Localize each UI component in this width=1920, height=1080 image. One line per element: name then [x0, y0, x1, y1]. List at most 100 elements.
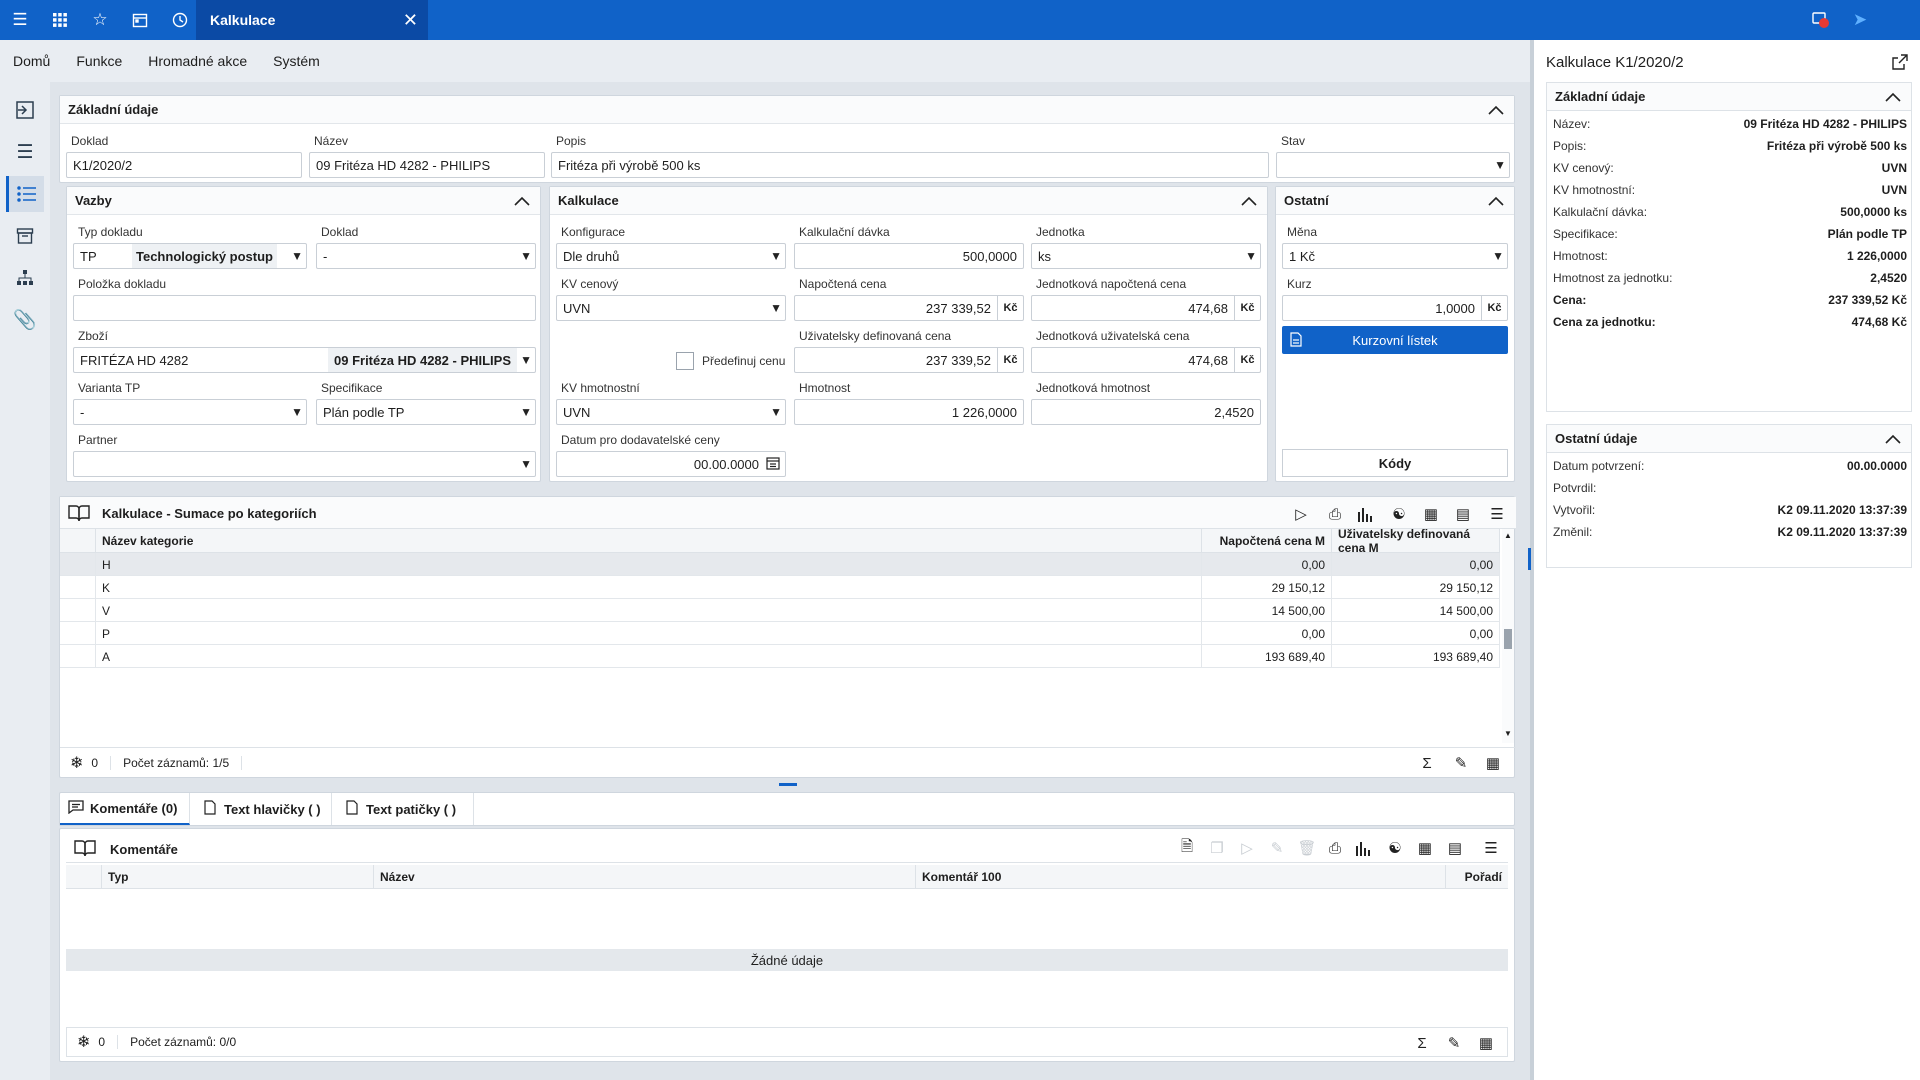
col-poradi[interactable]: Pořadí: [1446, 865, 1508, 889]
table-row[interactable]: K 29 150,12 29 150,12: [60, 576, 1500, 599]
table-row[interactable]: H 0,00 0,00: [60, 553, 1500, 576]
scrollbar[interactable]: ▲ ▼: [1502, 529, 1514, 743]
collapse-chevron-icon[interactable]: [1883, 87, 1903, 107]
archive-icon[interactable]: [6, 218, 44, 254]
doklad-field[interactable]: K1/2020/2: [66, 152, 302, 178]
scroll-up-icon[interactable]: ▲: [1504, 531, 1512, 540]
list-icon[interactable]: [6, 176, 44, 212]
star-icon[interactable]: ☆: [80, 0, 120, 40]
col-typ[interactable]: Typ: [102, 865, 374, 889]
jedn-uziv-field[interactable]: 474,68 Kč: [1031, 347, 1261, 373]
jednotka-select[interactable]: ks ▼: [1031, 243, 1261, 269]
table-row[interactable]: A 193 689,40 193 689,40: [60, 645, 1500, 668]
dropdown-icon[interactable]: ▼: [520, 249, 532, 263]
export-icon[interactable]: ▤: [1442, 837, 1468, 859]
kv-hmot-select[interactable]: UVN ▼: [556, 399, 786, 425]
print-icon[interactable]: ⎙: [1322, 503, 1348, 525]
tab-text-hlavicky[interactable]: Text hlavičky ( ): [192, 793, 332, 825]
dropdown-icon[interactable]: ▼: [770, 301, 782, 315]
play-icon[interactable]: ▷: [1288, 503, 1314, 525]
collapse-chevron-icon[interactable]: [1486, 100, 1506, 120]
collapse-chevron-icon[interactable]: [1883, 429, 1903, 449]
zbozi-select[interactable]: FRITÉZA HD 4282 09 Fritéza HD 4282 - PHI…: [73, 347, 536, 373]
col-komentar[interactable]: Komentář 100: [916, 865, 1446, 889]
menu-bulk-actions[interactable]: Hromadné akce: [135, 53, 260, 69]
doklad-select[interactable]: - ▼: [316, 243, 536, 269]
new-document-icon[interactable]: 🗎: [1174, 837, 1200, 859]
col-napoctena-cena[interactable]: Napočtená cena M: [1202, 529, 1332, 553]
open-external-icon[interactable]: [1892, 54, 1908, 73]
calendar-icon[interactable]: [120, 0, 160, 40]
menu-system[interactable]: Systém: [260, 53, 333, 69]
kurz-field[interactable]: 1,0000 Kč: [1282, 295, 1508, 321]
specifikace-select[interactable]: Plán podle TP ▼: [316, 399, 536, 425]
export-icon[interactable]: ▤: [1450, 503, 1476, 525]
table-row[interactable]: P 0,00 0,00: [60, 622, 1500, 645]
edit-icon[interactable]: ✎: [1448, 752, 1474, 774]
dropdown-icon[interactable]: ▼: [291, 249, 303, 263]
konfigurace-select[interactable]: Dle druhů ▼: [556, 243, 786, 269]
nazev-field[interactable]: 09 Fritéza HD 4282 - PHILIPS: [309, 152, 545, 178]
partner-select[interactable]: ▼: [73, 451, 536, 477]
jedn-napoctena-field[interactable]: 474,68 Kč: [1031, 295, 1261, 321]
settings-grid-icon[interactable]: ▦: [1473, 1032, 1499, 1054]
group-icon[interactable]: ☯: [1386, 503, 1412, 525]
menu-lines-icon[interactable]: ☰: [1478, 837, 1504, 859]
chart-icon[interactable]: [1354, 503, 1380, 525]
menu-lines-icon[interactable]: ☰: [1484, 503, 1510, 525]
kody-button[interactable]: Kódy: [1282, 449, 1508, 477]
snowflake-icon[interactable]: ❄: [77, 1032, 90, 1052]
dropdown-icon[interactable]: ▼: [1245, 249, 1257, 263]
hamburger-menu-icon[interactable]: ☰: [0, 0, 40, 40]
sum-icon[interactable]: Σ: [1414, 752, 1440, 774]
tab-text-paticky[interactable]: Text patičky ( ): [334, 793, 474, 825]
columns-icon[interactable]: ▦: [1418, 503, 1444, 525]
apps-grid-icon[interactable]: [40, 0, 80, 40]
history-icon[interactable]: [160, 0, 200, 40]
col-nazev[interactable]: Název: [374, 865, 916, 889]
exit-icon[interactable]: [6, 92, 44, 128]
arrow-right-icon[interactable]: ➤: [1840, 0, 1880, 40]
scroll-down-icon[interactable]: ▼: [1504, 729, 1512, 738]
col-nazev-kategorie[interactable]: Název kategorie: [96, 529, 1202, 553]
uziv-field[interactable]: 237 339,52 Kč: [794, 347, 1024, 373]
collapse-chevron-icon[interactable]: [1239, 191, 1259, 211]
predefinuj-checkbox[interactable]: [676, 352, 694, 370]
stav-select[interactable]: ▼: [1276, 152, 1510, 178]
database-icon[interactable]: ☰: [6, 134, 44, 170]
datum-field[interactable]: 00.00.0000: [556, 451, 786, 477]
edit-icon[interactable]: ✎: [1441, 1032, 1467, 1054]
dropdown-icon[interactable]: ▼: [1494, 158, 1506, 172]
menu-functions[interactable]: Funkce: [63, 53, 135, 69]
copy-icon[interactable]: ❐: [1204, 837, 1230, 859]
dropdown-icon[interactable]: ▼: [1492, 249, 1504, 263]
kurzovni-listek-button[interactable]: Kurzovní lístek: [1282, 326, 1508, 354]
scroll-thumb[interactable]: [1504, 629, 1512, 649]
dropdown-icon[interactable]: ▼: [520, 405, 532, 419]
close-icon[interactable]: ✕: [403, 10, 418, 31]
columns-icon[interactable]: ▦: [1412, 837, 1438, 859]
hmotnost-field[interactable]: 1 226,0000: [794, 399, 1024, 425]
edit-icon[interactable]: ✎: [1264, 837, 1290, 859]
davka-field[interactable]: 500,0000: [794, 243, 1024, 269]
varianta-select[interactable]: - ▼: [73, 399, 307, 425]
dropdown-icon[interactable]: ▼: [770, 405, 782, 419]
sum-icon[interactable]: Σ: [1409, 1032, 1435, 1054]
menu-home[interactable]: Domů: [0, 53, 63, 69]
attachment-icon[interactable]: 📎: [6, 302, 44, 338]
group-icon[interactable]: ☯: [1382, 837, 1408, 859]
delete-icon[interactable]: 🗑: [1294, 837, 1320, 859]
kv-cenovy-select[interactable]: UVN ▼: [556, 295, 786, 321]
typ-dokladu-select[interactable]: TP Technologický postup ▼: [73, 243, 307, 269]
play-icon[interactable]: ▷: [1234, 837, 1260, 859]
jedn-hmot-field[interactable]: 2,4520: [1031, 399, 1261, 425]
panel-resize-handle[interactable]: [1528, 548, 1531, 570]
splitter-handle[interactable]: [779, 783, 797, 786]
hierarchy-icon[interactable]: [6, 260, 44, 296]
settings-grid-icon[interactable]: ▦: [1480, 752, 1506, 774]
table-row[interactable]: V 14 500,00 14 500,00: [60, 599, 1500, 622]
print-icon[interactable]: ⎙: [1322, 837, 1348, 859]
mena-select[interactable]: 1 Kč ▼: [1282, 243, 1508, 269]
calendar-icon[interactable]: [766, 456, 780, 473]
chart-icon[interactable]: [1352, 837, 1378, 859]
